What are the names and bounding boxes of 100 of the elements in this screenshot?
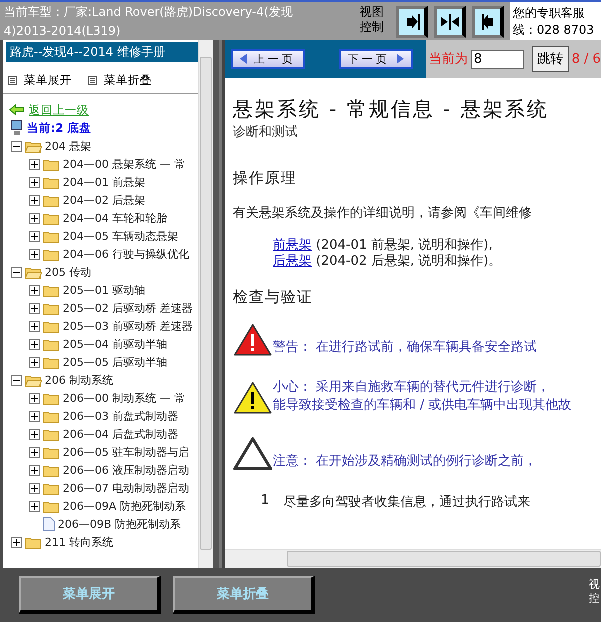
folder-icon [43,464,60,476]
folder-icon [43,410,60,422]
expand-toggle[interactable] [29,356,40,368]
view-control-label: 视图控制 [360,4,385,36]
page-input[interactable]: 8 [471,50,524,68]
section-heading: 操作原理 [233,169,298,188]
folder-icon [43,500,60,512]
expand-toggle[interactable] [29,428,40,440]
computer-icon [11,120,23,136]
menu-action[interactable]: 菜单展开 [8,67,72,93]
list-icon [8,76,17,84]
expand-toggle[interactable] [29,482,40,494]
expand-toggle[interactable] [29,248,40,260]
tree-item[interactable]: 204—00 悬架系统 — 常 [63,156,186,172]
expand-toggle[interactable] [29,446,40,458]
expand-toggle[interactable] [29,392,40,404]
tree-item[interactable]: 205—03 前驱动桥 差速器 [63,318,193,334]
next-page-button[interactable]: 下一页 [339,49,413,69]
expand-toggle[interactable] [29,284,40,296]
jump-button[interactable]: 跳转 [532,46,569,72]
arrow-left-icon [9,104,25,116]
expand-toggle[interactable] [29,158,40,170]
tree-item[interactable]: 205—01 驱动轴 [63,282,146,298]
folder-icon [43,194,60,206]
vehicle-title: 当前车型：厂家:Land Rover(路虎)Discovery-4(发现4)2013-2014(L319) [3,4,294,40]
open-folder-icon [25,140,42,152]
arrow-right-icon [396,54,404,64]
tree-item[interactable]: 205—04 前驱动半轴 [63,336,168,352]
paragraph: 有关悬架系统及操作的详细说明，请参阅《车间维修 [233,205,533,222]
warning-text: 警告： 在进行路试前，确保车辆具备安全路试 [273,339,538,357]
expand-toggle[interactable] [29,302,40,314]
tree-item[interactable]: 206—03 前盘式制动器 [63,408,178,424]
expand-toggle[interactable] [29,410,40,422]
reference-link[interactable]: 后悬架 [273,254,312,269]
expand-toggle[interactable] [29,176,40,188]
page-count: 8 / 6 [572,52,601,66]
scrollbar[interactable] [198,40,213,568]
collapse-toggle[interactable] [11,140,22,152]
reference-link[interactable]: 前悬架 [273,238,312,253]
arrow-left-icon [240,54,248,64]
support-text: 线：028 8703 [513,22,596,39]
open-folder-icon [25,266,42,278]
view-button[interactable] [396,6,428,38]
tree-item[interactable]: 206—04 后盘式制动器 [63,426,178,442]
tree-item[interactable]: 206—09A 防抱死制动系 [63,498,186,514]
reference-line: 前悬架 (204-01 前悬架, 说明和操作), [272,238,494,254]
folder-icon [43,176,60,188]
notice-triangle-icon [233,437,273,471]
current-page-label: 当前为 [429,51,468,68]
tree-item[interactable]: 211 转向系统 [45,534,114,550]
expand-toggle[interactable] [29,194,40,206]
collapse-toggle[interactable] [11,374,22,386]
current-location: 当前:2 底盘 [27,120,92,136]
view-button[interactable] [472,6,504,38]
tree-item[interactable]: 204—05 车辆动态悬架 [63,228,178,244]
expand-toggle[interactable] [11,536,22,548]
folder-icon [43,158,60,170]
list-item-text: 尽量多向驾驶者收集信息，通过执行路试来 [283,494,530,511]
expand-toggle[interactable] [29,500,40,512]
tree-item[interactable]: 204—06 行驶与操纵优化 [63,246,190,262]
folder-icon [43,428,60,440]
tree-item[interactable]: 205—02 后驱动桥 差速器 [63,300,193,316]
caution-text: 小心： 采用来自施救车辆的替代元件进行诊断， 能导致接受检查的车辆和 / 或供电车辆中出现其他故 [273,379,572,415]
tree-item[interactable]: 206—09B 防抱死制动系 [58,516,182,532]
expand-toggle[interactable] [29,338,40,350]
folder-icon [43,302,60,314]
back-link[interactable]: 返回上一级 [9,102,89,118]
tree-item[interactable]: 204—02 后悬架 [63,192,146,208]
folder-icon [43,248,60,260]
tree-item[interactable]: 204 悬架 [45,138,92,154]
document-subtitle: 诊断和测试 [233,124,299,141]
expand-toggle[interactable] [29,212,40,224]
tree-item[interactable]: 206—06 液压制动器启动 [63,462,190,478]
folder-icon [43,446,60,458]
folder-icon [25,536,42,548]
tree-item[interactable]: 205—05 后驱动半轴 [63,354,168,370]
tree-item[interactable]: 204—01 前悬架 [63,174,146,190]
folder-icon [43,212,60,224]
expand-toggle[interactable] [29,464,40,476]
list-icon [88,76,97,84]
tree-item[interactable]: 206—05 驻车制动器与启 [63,444,190,460]
support-text: 您的专职客服 [513,5,586,22]
folder-icon [43,356,60,368]
menu-action[interactable]: 菜单折叠 [88,67,152,93]
tree-item[interactable]: 206—00 制动系统 — 常 [63,390,186,406]
scrollbar[interactable] [225,549,601,568]
tree-item[interactable]: 205 传动 [45,264,92,280]
view-button[interactable] [434,6,466,38]
document-icon [43,517,55,531]
collapse-toggle[interactable] [11,266,22,278]
folder-icon [43,284,60,296]
note-text: 注意： 在开始涉及精确测试的例行诊断之前， [273,453,538,471]
tree-item[interactable]: 206—07 电动制动器启动 [63,480,190,496]
tree-item[interactable]: 204—04 车轮和轮胎 [63,210,168,226]
tree-item[interactable]: 206 制动系统 [45,372,114,388]
warning-icon [233,323,273,357]
manual-title: 路虎--发现4--2014 维修手册 [6,42,199,62]
previous-page-button[interactable]: 上一页 [231,49,305,69]
expand-toggle[interactable] [29,320,40,332]
expand-toggle[interactable] [29,230,40,242]
